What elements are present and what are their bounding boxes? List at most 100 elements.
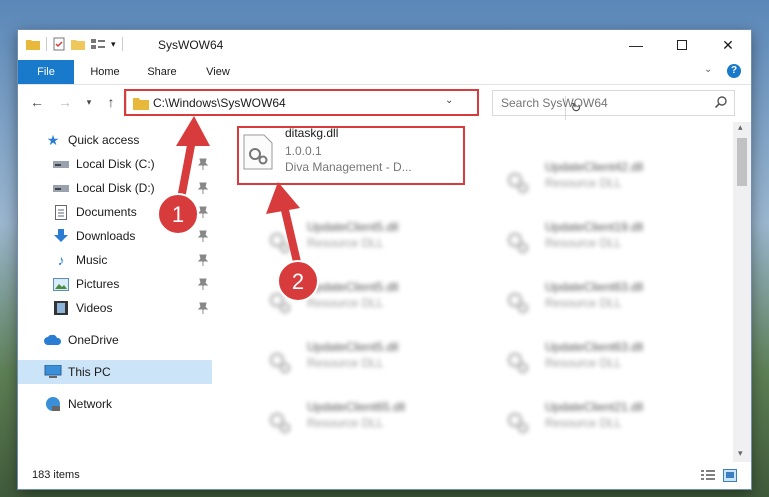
dll-file-icon	[269, 352, 291, 374]
toolbar-separator	[121, 37, 123, 51]
file-name: UpdateClient5.dll	[307, 340, 399, 354]
nav-documents[interactable]: Documents	[18, 200, 212, 224]
file-tile[interactable]: UpdateClient63.dll Resource DLL	[495, 334, 725, 388]
dll-file-icon	[507, 172, 529, 194]
search-input[interactable]	[499, 94, 703, 112]
file-type: Resource DLL	[307, 416, 384, 430]
view-options-icon[interactable]	[91, 38, 105, 50]
customize-toolbar-icon[interactable]: ▾	[111, 39, 116, 50]
nav-local-disk-c[interactable]: Local Disk (C:)	[18, 152, 212, 176]
file-tile[interactable]: UpdateClient5.dll Resource DLL	[257, 214, 487, 268]
nav-quick-access[interactable]: ★ Quick access	[18, 128, 212, 152]
tab-file[interactable]: File	[18, 60, 74, 84]
star-icon: ★	[46, 131, 60, 148]
file-tile[interactable]: UpdateClient65.dll Resource DLL	[257, 394, 487, 448]
nav-label: Local Disk (C:)	[76, 157, 155, 171]
large-icons-view-icon[interactable]	[723, 469, 737, 482]
file-name: UpdateClient42.dll	[545, 160, 644, 174]
pin-icon	[198, 206, 208, 218]
tab-share[interactable]: Share	[138, 60, 186, 84]
up-arrow-icon: ↑	[107, 94, 115, 110]
file-type: Resource DLL	[545, 176, 622, 190]
nav-label: Documents	[76, 205, 137, 219]
minimize-icon: —	[629, 37, 643, 53]
vertical-scrollbar[interactable]: ▴ ▾	[733, 122, 751, 462]
file-type: Resource DLL	[545, 416, 622, 430]
scroll-thumb[interactable]	[737, 138, 747, 186]
forward-button[interactable]: →	[56, 93, 74, 111]
expand-ribbon-icon[interactable]: ⌄	[704, 64, 712, 75]
details-view-icon[interactable]	[701, 470, 715, 482]
videos-icon	[52, 300, 70, 316]
nav-local-disk-d[interactable]: Local Disk (D:)	[18, 176, 212, 200]
dll-file-icon	[507, 412, 529, 434]
nav-pictures[interactable]: Pictures	[18, 272, 212, 296]
nav-music[interactable]: ♪ Music	[18, 248, 212, 272]
nav-network[interactable]: Network	[18, 392, 212, 416]
file-type: Resource DLL	[307, 296, 384, 310]
search-box[interactable]	[492, 90, 735, 116]
dll-file-icon	[507, 292, 529, 314]
maximize-button[interactable]	[659, 30, 705, 60]
highlight-file	[237, 126, 465, 185]
scroll-up-icon[interactable]: ▴	[738, 122, 743, 133]
file-type: Resource DLL	[545, 296, 622, 310]
status-bar: 183 items	[18, 463, 751, 489]
file-name: UpdateClient5.dll	[307, 220, 399, 234]
forward-arrow-icon: →	[58, 94, 72, 110]
nav-downloads[interactable]: Downloads	[18, 224, 212, 248]
file-tile[interactable]: UpdateClient63.dll Resource DLL	[495, 274, 725, 328]
pin-icon	[198, 278, 208, 290]
tab-home[interactable]: Home	[80, 60, 130, 84]
dll-file-icon	[507, 352, 529, 374]
new-folder-icon[interactable]	[71, 38, 85, 50]
scroll-down-icon[interactable]: ▾	[738, 448, 743, 459]
documents-icon	[52, 204, 70, 220]
chevron-down-icon: ▾	[86, 96, 92, 107]
computer-icon	[44, 364, 62, 380]
file-tile[interactable]: UpdateClient5.dll Resource DLL	[257, 274, 487, 328]
file-type: Resource DLL	[545, 236, 622, 250]
file-name: UpdateClient63.dll	[545, 280, 644, 294]
drive-icon	[52, 180, 70, 196]
title-bar: ▾ SysWOW64 — ✕	[18, 30, 751, 60]
file-tile[interactable]: UpdateClient42.dll Resource DLL	[495, 154, 725, 208]
nav-this-pc[interactable]: This PC	[18, 360, 212, 384]
nav-videos[interactable]: Videos	[18, 296, 212, 320]
minimize-button[interactable]: —	[613, 30, 659, 60]
drive-icon	[52, 156, 70, 172]
file-tile[interactable]: UpdateClient21.dll Resource DLL	[495, 394, 725, 448]
downloads-icon	[52, 228, 70, 244]
item-count: 183 items	[32, 469, 80, 481]
nav-label: Videos	[76, 301, 113, 315]
nav-label: Downloads	[76, 229, 136, 243]
file-name: UpdateClient5.dll	[307, 280, 399, 294]
pin-icon	[198, 302, 208, 314]
ribbon-tabs: File Home Share View ⌄ ?	[18, 60, 751, 85]
nav-label: Network	[68, 397, 113, 411]
help-icon[interactable]: ?	[727, 64, 741, 78]
file-name: UpdateClient63.dll	[545, 340, 644, 354]
nav-onedrive[interactable]: OneDrive	[18, 328, 212, 352]
file-tile[interactable]: UpdateClient19.dll Resource DLL	[495, 214, 725, 268]
file-name: UpdateClient21.dll	[545, 400, 644, 414]
navigation-pane: ★ Quick access Local Disk (C:) Local Dis…	[18, 122, 212, 462]
file-name: UpdateClient19.dll	[545, 220, 644, 234]
highlight-address-bar	[124, 89, 479, 116]
back-button[interactable]: ←	[28, 93, 46, 111]
window-title: SysWOW64	[158, 38, 224, 52]
cloud-icon	[44, 332, 62, 348]
up-button[interactable]: ↑	[102, 93, 120, 111]
tab-view[interactable]: View	[194, 60, 242, 84]
close-button[interactable]: ✕	[705, 30, 751, 60]
music-icon: ♪	[57, 252, 65, 268]
nav-label: This PC	[68, 365, 111, 379]
nav-label: Quick access	[68, 133, 140, 147]
quick-access-toolbar: ▾	[26, 37, 123, 51]
recent-locations-button[interactable]: ▾	[80, 93, 98, 111]
close-icon: ✕	[722, 36, 734, 53]
file-tile[interactable]: UpdateClient5.dll Resource DLL	[257, 334, 487, 388]
network-icon	[44, 396, 62, 412]
properties-icon[interactable]	[53, 37, 65, 51]
nav-label: Music	[76, 253, 108, 267]
